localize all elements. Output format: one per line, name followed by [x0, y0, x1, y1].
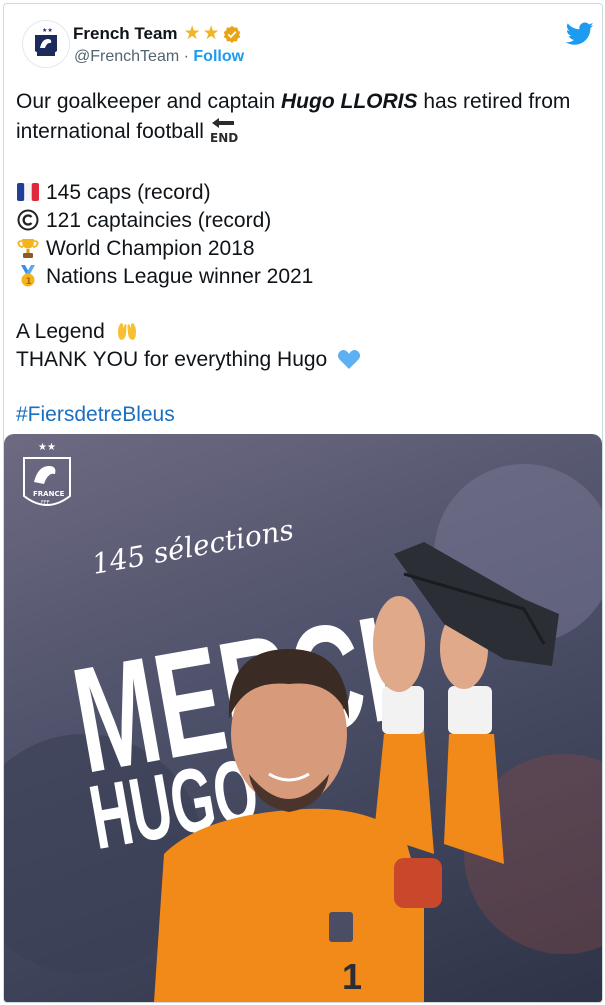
stat-line: 121 captaincies (record)	[16, 207, 586, 235]
tweet-intro: Our goalkeeper and captain Hugo LLORIS h…	[16, 88, 586, 152]
profile-avatar[interactable]: ★★	[22, 20, 70, 68]
end-arrow-icon: END	[208, 116, 238, 152]
hashtag-line: #FiersdetreBleus	[16, 401, 586, 429]
tweet-card: ★★ French Team ★ ★ @FrenchTeam · Follow …	[3, 3, 603, 1003]
fff-crest-icon: ★★	[24, 22, 68, 66]
intro-text: Our goalkeeper and captain	[16, 90, 282, 113]
blue-heart-icon	[337, 350, 361, 369]
separator-dot: ·	[183, 48, 189, 65]
stat-line: 145 caps (record)	[16, 179, 586, 207]
author-name[interactable]: French Team	[73, 24, 178, 44]
author-row: French Team ★ ★	[73, 24, 241, 44]
tweet-body: Our goalkeeper and captain Hugo LLORIS h…	[16, 88, 586, 429]
french-flag-icon	[17, 183, 39, 201]
stat-text: 121 captaincies (record)	[46, 209, 272, 232]
verified-badge-icon	[223, 25, 240, 43]
handle-row: @FrenchTeam · Follow	[74, 48, 244, 66]
player-name: Hugo LLORIS	[281, 90, 418, 113]
poster-caption: 145 sélections	[89, 513, 296, 581]
svg-text:★★: ★★	[38, 442, 56, 453]
star-icon: ★	[183, 23, 201, 44]
legend-text: A Legend	[16, 320, 105, 343]
hashtag-link[interactable]: #FiersdetreBleus	[16, 403, 175, 426]
trophy-icon	[17, 239, 39, 258]
merci-hugo-poster: ★★ FRANCE FFF 145 sélections MERCI HUGO	[4, 442, 602, 1002]
svg-text:1: 1	[342, 956, 362, 997]
legend-line: A Legend	[16, 318, 586, 346]
end-label: END	[210, 131, 238, 144]
thanks-text: THANK YOU for everything Hugo	[16, 348, 328, 371]
svg-text:★★: ★★	[42, 27, 53, 34]
badge-label: FRANCE	[33, 490, 65, 498]
thanks-line: THANK YOU for everything Hugo	[16, 346, 586, 374]
raising-hands-icon	[117, 323, 136, 340]
stat-text: Nations League winner 2021	[46, 265, 314, 288]
stat-text: World Champion 2018	[46, 237, 255, 260]
stat-line: 1 Nations League winner 2021	[16, 263, 586, 291]
fff-badge-icon: ★★ FRANCE FFF	[23, 442, 71, 506]
author-handle[interactable]: @FrenchTeam	[74, 48, 179, 65]
copyright-icon	[17, 209, 39, 231]
follow-button[interactable]: Follow	[193, 48, 244, 65]
stat-line: World Champion 2018	[16, 235, 586, 263]
star-icon: ★	[202, 23, 220, 44]
stat-text: 145 caps (record)	[46, 181, 211, 204]
svg-text:1: 1	[26, 277, 32, 287]
tweet-media-image[interactable]: ★★ FRANCE FFF 145 sélections MERCI HUGO	[4, 434, 602, 1002]
medal-icon: 1	[21, 265, 35, 287]
badge-sub: FFF	[41, 500, 50, 506]
twitter-bird-icon[interactable]	[566, 22, 594, 46]
